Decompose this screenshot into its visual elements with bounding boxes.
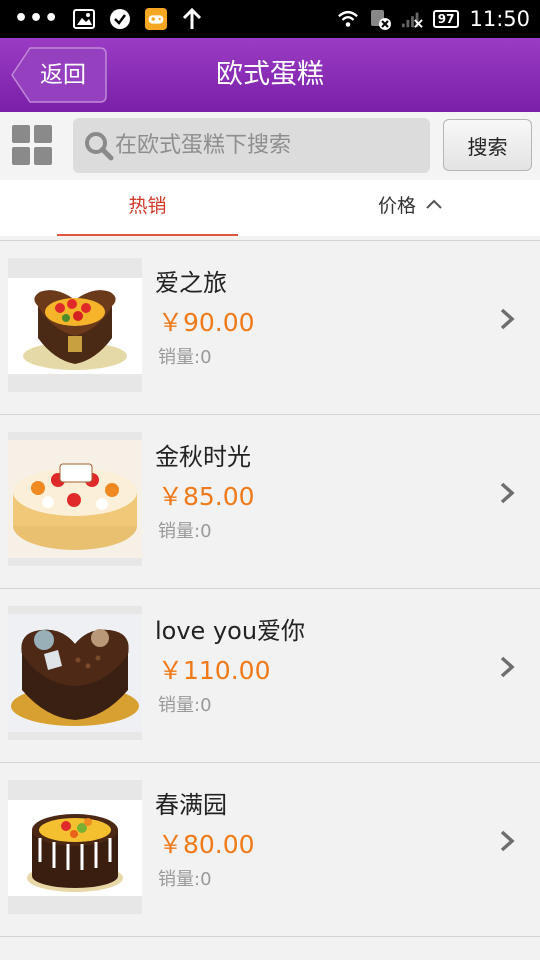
chevron-right-icon — [500, 482, 515, 504]
product-item[interactable]: 爱之旅 ￥90.00 销量:0 — [0, 240, 540, 415]
chevron-right-icon — [500, 656, 515, 678]
product-sales: 销量:0 — [158, 869, 212, 890]
check-circle-icon — [109, 8, 131, 30]
product-name: 金秋时光 — [155, 443, 251, 471]
product-sales: 销量:0 — [158, 347, 212, 368]
signal-icon — [401, 8, 423, 30]
tab-hot-sales[interactable]: 热销 — [57, 180, 238, 236]
product-thumbnail — [8, 780, 142, 914]
product-name: 春满园 — [155, 791, 227, 819]
grid-cell — [34, 125, 52, 143]
search-icon — [85, 132, 114, 161]
gamepad-icon — [145, 8, 168, 30]
search-input[interactable] — [115, 118, 415, 173]
product-item[interactable]: 金秋时光 ￥85.00 销量:0 — [0, 415, 540, 589]
sort-tabs: 热销 价格 — [0, 180, 540, 236]
wifi-icon — [337, 8, 359, 30]
battery-icon: 97 — [432, 10, 460, 28]
product-thumbnail — [8, 432, 142, 566]
search-field[interactable] — [73, 118, 430, 173]
search-button[interactable]: 搜索 — [443, 119, 532, 171]
product-thumbnail — [8, 258, 142, 392]
chevron-right-icon — [500, 830, 515, 852]
grid-cell — [12, 147, 30, 165]
product-price: ￥110.00 — [158, 656, 271, 685]
chevron-up-icon — [426, 199, 442, 209]
chevron-right-icon — [500, 308, 515, 330]
more-dots-icon: ••• — [14, 6, 60, 31]
back-button[interactable]: 返回 — [10, 47, 107, 103]
sim-off-icon — [369, 8, 391, 30]
product-sales: 销量:0 — [158, 695, 212, 716]
tab-hot-label: 热销 — [128, 195, 167, 217]
page-title: 欧式蛋糕 — [216, 59, 324, 90]
product-item[interactable]: 春满园 ￥80.00 销量:0 — [0, 763, 540, 937]
grid-cell — [34, 147, 52, 165]
category-grid-button[interactable] — [12, 125, 52, 165]
product-item[interactable]: love you爱你 ￥110.00 销量:0 — [0, 589, 540, 763]
cake-image — [27, 814, 123, 892]
back-button-label: 返回 — [40, 62, 86, 88]
product-list: 爱之旅 ￥90.00 销量:0 金秋时光 ￥85.00 销量:0 love yo… — [0, 236, 540, 937]
tab-price[interactable]: 价格 — [330, 180, 490, 236]
product-sales: 销量:0 — [158, 521, 212, 542]
product-name: love you爱你 — [155, 617, 306, 645]
grid-cell — [12, 125, 30, 143]
product-thumbnail — [8, 606, 142, 740]
clock: 11:50 — [469, 7, 530, 31]
cake-image — [8, 440, 142, 558]
cake-image — [23, 290, 127, 370]
product-price: ￥80.00 — [158, 830, 255, 859]
product-name: 爱之旅 — [155, 269, 227, 297]
product-price: ￥90.00 — [158, 308, 255, 337]
search-bar: 搜索 — [0, 112, 540, 180]
image-icon — [73, 8, 96, 30]
cake-image — [8, 614, 142, 732]
status-bar: ••• 97 11:50 — [0, 0, 540, 38]
nav-bar: 返回 欧式蛋糕 — [0, 38, 540, 112]
product-price: ￥85.00 — [158, 482, 255, 511]
tab-price-label: 价格 — [377, 195, 416, 217]
upload-arrow-icon — [181, 8, 203, 30]
